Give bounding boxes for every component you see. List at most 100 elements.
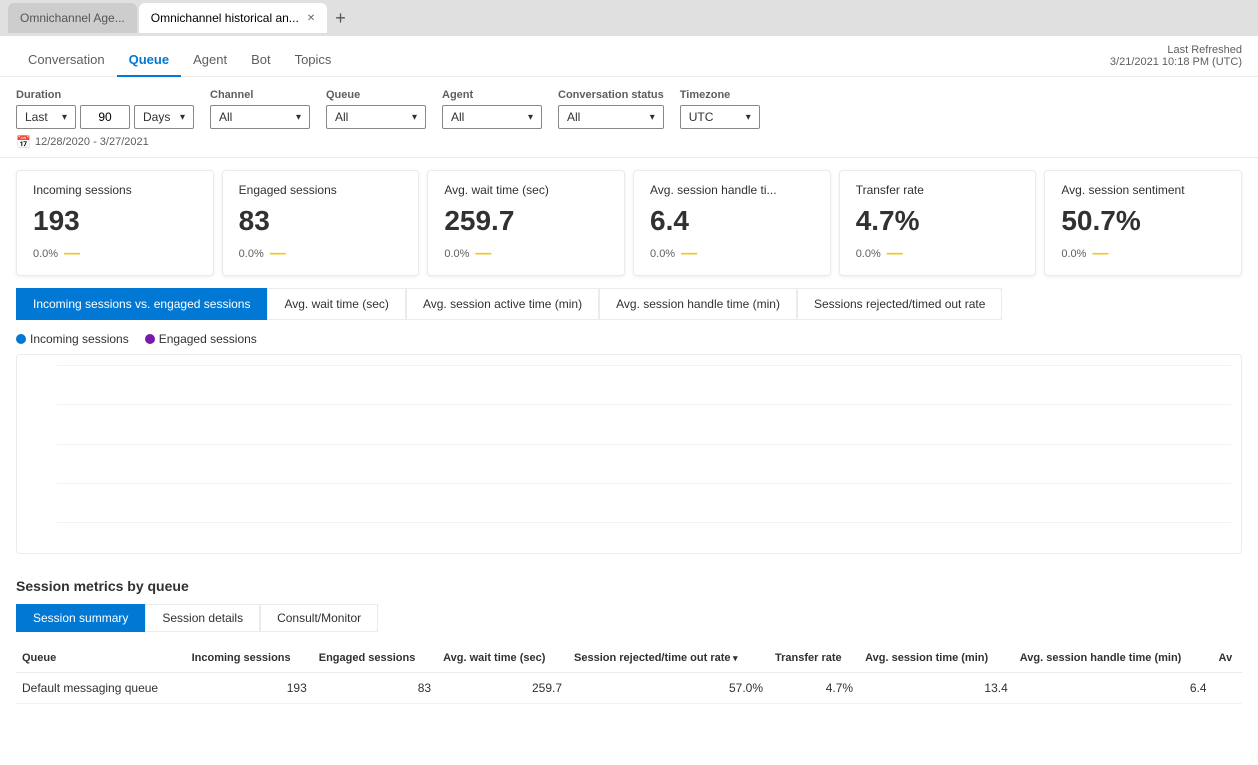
chart-inner <box>57 365 1231 523</box>
chevron-down-icon: ▾ <box>296 112 301 123</box>
metric-title: Incoming sessions <box>33 183 197 197</box>
calendar-icon: 📅 <box>16 135 31 149</box>
metric-pct: 0.0% <box>33 248 58 260</box>
metric-title: Avg. session handle ti... <box>650 183 814 197</box>
legend-item: Engaged sessions <box>145 332 257 346</box>
chevron-down-icon: ▾ <box>62 112 67 123</box>
table-cell: 57.0% <box>568 673 769 704</box>
duration-value-input[interactable] <box>80 105 130 129</box>
top-nav: Conversation Queue Agent Bot Topics Last… <box>0 36 1258 77</box>
metric-title: Engaged sessions <box>239 183 403 197</box>
metric-dash: — <box>681 245 697 263</box>
chart-tab[interactable]: Avg. wait time (sec) <box>267 288 405 320</box>
metric-value: 259.7 <box>444 205 608 237</box>
queue-label: Queue <box>326 89 426 101</box>
chart-tab[interactable]: Sessions rejected/timed out rate <box>797 288 1002 320</box>
section-title: Session metrics by queue <box>16 578 1242 594</box>
metric-footer: 0.0% — <box>650 245 814 263</box>
metric-title: Avg. wait time (sec) <box>444 183 608 197</box>
metric-footer: 0.0% — <box>444 245 608 263</box>
nav-item-conversation[interactable]: Conversation <box>16 44 117 77</box>
queue-select[interactable]: All ▾ <box>326 105 426 129</box>
browser-tab-1[interactable]: Omnichannel Age... <box>8 3 137 33</box>
filters-section: Duration Last ▾ Days ▾ Channel <box>0 77 1258 158</box>
chevron-down-icon: ▾ <box>412 112 417 123</box>
metric-value: 50.7% <box>1061 205 1225 237</box>
nav-item-topics[interactable]: Topics <box>283 44 344 77</box>
metric-value: 4.7% <box>856 205 1020 237</box>
filter-group-agent: Agent All ▾ <box>442 89 542 129</box>
metric-card-incoming: Incoming sessions 193 0.0% — <box>16 170 214 276</box>
metric-dash: — <box>64 245 80 263</box>
nav-item-queue[interactable]: Queue <box>117 44 181 77</box>
filter-group-queue: Queue All ▾ <box>326 89 426 129</box>
metric-value: 83 <box>239 205 403 237</box>
legend-dot <box>145 334 155 344</box>
metric-card-avg-handle: Avg. session handle ti... 6.4 0.0% — <box>633 170 831 276</box>
table-cell: 83 <box>313 673 437 704</box>
table-cell: 259.7 <box>437 673 568 704</box>
browser-tab-bar: Omnichannel Age... Omnichannel historica… <box>0 0 1258 36</box>
chart-container: 020406080 <box>16 354 1242 554</box>
timezone-select[interactable]: UTC ▾ <box>680 105 760 129</box>
nav-item-agent[interactable]: Agent <box>181 44 239 77</box>
agent-select[interactable]: All ▾ <box>442 105 542 129</box>
metric-pct: 0.0% <box>239 248 264 260</box>
date-range: 📅 12/28/2020 - 3/27/2021 <box>16 135 1242 149</box>
channel-select[interactable]: All ▾ <box>210 105 310 129</box>
table-column-header: Incoming sessions <box>186 644 313 673</box>
table-column-header: Av <box>1213 644 1242 673</box>
metric-pct: 0.0% <box>650 248 675 260</box>
subtab[interactable]: Consult/Monitor <box>260 604 378 632</box>
new-tab-button[interactable]: + <box>329 8 352 29</box>
filter-group-duration: Duration Last ▾ Days ▾ <box>16 89 194 129</box>
table-cell: 4.7% <box>769 673 859 704</box>
close-icon[interactable]: ✕ <box>307 13 315 24</box>
timezone-label: Timezone <box>680 89 760 101</box>
metric-card-avg-sentiment: Avg. session sentiment 50.7% 0.0% — <box>1044 170 1242 276</box>
last-refreshed-label: Last Refreshed <box>1110 44 1242 56</box>
table-cell: 193 <box>186 673 313 704</box>
chart-tab[interactable]: Avg. session handle time (min) <box>599 288 797 320</box>
browser-tab-2-label: Omnichannel historical an... <box>151 11 299 25</box>
subtab[interactable]: Session summary <box>16 604 145 632</box>
browser-tab-2[interactable]: Omnichannel historical an... ✕ <box>139 3 327 33</box>
nav-item-bot[interactable]: Bot <box>239 44 283 77</box>
table-column-header[interactable]: Session rejected/time out rate ▾ <box>568 644 769 673</box>
duration-type-select[interactable]: Last ▾ <box>16 105 76 129</box>
table-column-header: Queue <box>16 644 186 673</box>
conv-status-select[interactable]: All ▾ <box>558 105 664 129</box>
subtabs: Session summarySession detailsConsult/Mo… <box>16 604 1242 632</box>
filter-group-channel: Channel All ▾ <box>210 89 310 129</box>
table-column-header: Engaged sessions <box>313 644 437 673</box>
last-refreshed-value: 3/21/2021 10:18 PM (UTC) <box>1110 56 1242 68</box>
legend-item: Incoming sessions <box>16 332 129 346</box>
chevron-down-icon: ▾ <box>650 112 655 123</box>
subtab[interactable]: Session details <box>145 604 260 632</box>
metric-pct: 0.0% <box>444 248 469 260</box>
table-column-header: Transfer rate <box>769 644 859 673</box>
chart-tabs: Incoming sessions vs. engaged sessionsAv… <box>16 288 1242 320</box>
table-section: Session metrics by queue Session summary… <box>0 566 1258 765</box>
browser-tab-1-label: Omnichannel Age... <box>20 11 125 25</box>
table-body: Default messaging queue19383259.757.0%4.… <box>16 673 1242 704</box>
metric-dash: — <box>887 245 903 263</box>
sort-icon[interactable]: ▾ <box>731 653 738 663</box>
metrics-row: Incoming sessions 193 0.0% — Engaged ses… <box>0 158 1258 288</box>
chart-tab[interactable]: Avg. session active time (min) <box>406 288 599 320</box>
filter-group-conv-status: Conversation status All ▾ <box>558 89 664 129</box>
table-column-header: Avg. session handle time (min) <box>1014 644 1213 673</box>
table-header: QueueIncoming sessionsEngaged sessions Av… <box>16 644 1242 673</box>
chart-tab[interactable]: Incoming sessions vs. engaged sessions <box>16 288 267 320</box>
agent-label: Agent <box>442 89 542 101</box>
chevron-down-icon: ▾ <box>746 112 751 123</box>
metric-dash: — <box>270 245 286 263</box>
chevron-down-icon: ▾ <box>180 112 185 123</box>
filter-group-timezone: Timezone UTC ▾ <box>680 89 760 129</box>
duration-unit-select[interactable]: Days ▾ <box>134 105 194 129</box>
table-cell: Default messaging queue <box>16 673 186 704</box>
last-refreshed: Last Refreshed 3/21/2021 10:18 PM (UTC) <box>1110 44 1242 68</box>
metric-title: Transfer rate <box>856 183 1020 197</box>
metric-footer: 0.0% — <box>1061 245 1225 263</box>
legend-dot <box>16 334 26 344</box>
